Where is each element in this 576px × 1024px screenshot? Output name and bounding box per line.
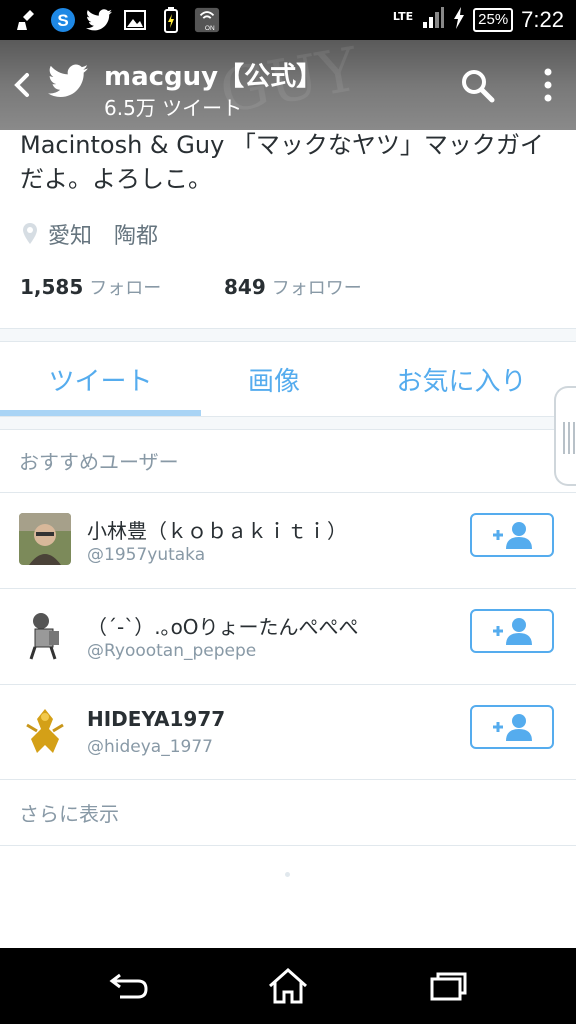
suggested-users-heading: おすすめユーザー [19,450,179,474]
follow-button[interactable] [470,609,554,653]
tab-images[interactable]: 画像 [201,341,347,417]
suggested-user-row[interactable]: 小林豊（ｋｏｂａｋｉｔｉ） @1957yutaka [0,493,576,587]
back-arrow-icon [109,973,148,999]
nfc-on-icon: ON [194,7,220,33]
side-drawer-handle[interactable] [554,386,576,486]
profile-location: 愛知 陶都 [22,218,158,250]
overflow-menu-button[interactable] [536,66,560,106]
profile-bio: Macintosh & Guy 「マックなヤツ」マックガイだよ。よろしこ。 [20,131,544,193]
twitter-logo-icon[interactable] [48,64,88,100]
profile-stats: 1,585 フォロー 849 フォロワー [20,274,362,300]
suggested-user-row[interactable]: HIDEYA1977 @hideya_1977 [0,685,576,779]
svg-text:ON: ON [205,25,215,32]
add-user-icon [493,522,532,549]
user-handle: @hideya_1977 [87,737,213,757]
twitter-bird-icon [86,7,112,33]
nav-recents-button[interactable] [418,962,478,1010]
search-button[interactable] [458,66,498,106]
nav-back-button[interactable] [98,962,158,1010]
chevron-left-icon [14,73,29,97]
divider [0,779,576,780]
location-pin-icon [23,223,37,244]
clock: 7:22 [521,7,564,32]
following-label: フォロー [89,278,162,299]
user-handle: @1957yutaka [87,545,206,565]
follow-button[interactable] [470,513,554,557]
avatar[interactable] [19,513,71,565]
broom-icon [14,7,40,33]
battery-charging-icon [158,7,184,33]
add-user-icon [493,618,532,645]
recent-apps-icon [430,972,467,1001]
user-name[interactable]: （´-`）.｡oOりょーたんぺぺぺ [87,611,359,640]
back-button[interactable] [10,68,34,102]
location-text: 愛知 陶都 [48,224,159,249]
home-icon [269,967,307,1004]
user-name[interactable]: 小林豊（ｋｏｂａｋｉｔｉ） [87,515,347,544]
sync-s-icon: S [50,7,76,33]
loading-indicator [285,872,290,877]
section-separator [0,328,576,342]
svg-text:S: S [57,11,68,30]
image-icon [122,7,148,33]
signal-icon [421,6,445,34]
battery-level: 25% [473,8,514,32]
charging-bolt-icon [453,7,465,33]
follow-button[interactable] [470,705,554,749]
user-handle: @Ryoootan_pepepe [87,641,257,661]
following-count: 1,585 [20,275,84,299]
nav-home-button[interactable] [258,962,318,1010]
tweet-count: 6.5万 ツイート [104,96,243,120]
avatar[interactable] [19,609,71,661]
more-vertical-icon [544,68,552,102]
profile-header: GUY macguy【公式】 6.5万 ツイート [0,35,576,130]
network-type: LTE [392,10,414,23]
suggested-user-row[interactable]: （´-`）.｡oOりょーたんぺぺぺ @Ryoootan_pepepe [0,589,576,683]
avatar[interactable] [19,705,71,757]
user-name[interactable]: HIDEYA1977 [87,707,225,731]
tab-favorites[interactable]: お気に入り [347,341,576,417]
show-more-link[interactable]: さらに表示 [19,798,119,827]
profile-tabs: ツイート 画像 お気に入り [0,341,576,417]
section-separator [0,416,576,430]
divider [0,845,576,846]
followers-count: 849 [224,275,266,299]
add-user-icon [493,714,532,741]
followers-stat[interactable]: 849 フォロワー [224,274,362,300]
status-bar: S ON LTE 25% 7:22 [0,0,576,40]
system-nav-bar [0,948,576,1024]
following-stat[interactable]: 1,585 フォロー [20,275,161,299]
search-icon [462,70,495,103]
page-title: macguy【公式】 [104,62,323,92]
tab-tweets[interactable]: ツイート [0,341,201,417]
followers-label: フォロワー [271,278,362,299]
